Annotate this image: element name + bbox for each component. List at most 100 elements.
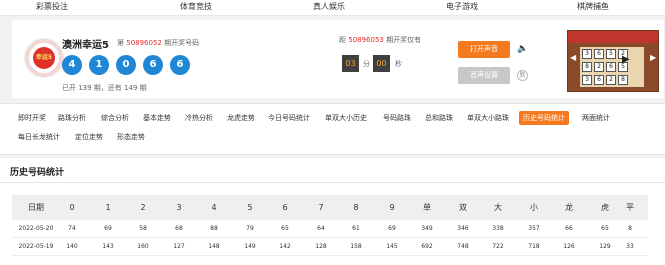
issue-number: 50896052 [126, 39, 162, 47]
issue-prefix: 第 [117, 39, 124, 47]
table-row: 2022-05-19 140 143 160 127 148 149 142 1… [12, 238, 648, 256]
table-cell: 692 [421, 243, 433, 250]
header-cell: 龙 [565, 203, 573, 212]
game-banner [568, 31, 658, 43]
open-sound-button[interactable]: 打开声音 [458, 41, 510, 58]
speaker-icon[interactable]: 🔈 [517, 44, 528, 54]
nav-chess-fishing[interactable]: 棋牌捕鱼 [577, 1, 609, 12]
table-row: 2022-05-20 74 69 58 68 88 79 65 64 61 69… [12, 220, 648, 238]
header-cell: 2 [140, 203, 146, 212]
tab-position-trend[interactable]: 定位走势 [75, 130, 103, 144]
tab-road-analysis[interactable]: 路珠分析 [58, 111, 86, 125]
table-cell: 69 [388, 225, 396, 232]
header-cell: 8 [353, 203, 359, 212]
next-suffix: 期开奖仅有 [386, 36, 422, 44]
game-cell: 6 [594, 75, 604, 85]
nav-e-games[interactable]: 电子游戏 [446, 1, 478, 12]
tab-odd-even-history[interactable]: 单双大小历史 [325, 111, 367, 125]
prev-arrow-icon[interactable]: ◀ [570, 53, 576, 62]
table-cell: 69 [104, 225, 112, 232]
tab-odd-even-road[interactable]: 单双大小路珠 [467, 111, 509, 125]
next-issue-number: 50896053 [348, 36, 384, 44]
nav-live-casino[interactable]: 真人娱乐 [313, 1, 345, 12]
mute-toggle[interactable]: 默 [517, 70, 528, 81]
history-stats-section: 历史号码统计 日期 0 1 2 3 4 5 6 7 8 9 单 双 大 小 龙 … [0, 158, 665, 265]
table-cell: 145 [386, 243, 398, 250]
table-cell: 148 [208, 243, 220, 250]
header-cell: 小 [530, 203, 538, 212]
analysis-tabs: 即时开奖 路珠分析 综合分析 基本走势 冷热分析 龙虎走势 今日号码统计 单双大… [0, 103, 665, 155]
minute-unit: 分 [363, 60, 370, 68]
header-cell: 平 [626, 203, 634, 212]
header-cell: 4 [211, 203, 217, 212]
game-cell: 6 [606, 62, 616, 72]
nav-sports[interactable]: 体育竞技 [180, 1, 212, 12]
table-cell: 74 [68, 225, 76, 232]
table-cell: 149 [244, 243, 256, 250]
result-ball: 6 [170, 55, 190, 75]
tab-dragon-tiger[interactable]: 龙虎走势 [227, 111, 255, 125]
table-cell: 2022-05-19 [18, 243, 54, 250]
header-cell: 5 [247, 203, 253, 212]
table-cell: 65 [281, 225, 289, 232]
header-cell: 3 [176, 203, 182, 212]
table-cell: 58 [139, 225, 147, 232]
table-cell: 748 [457, 243, 469, 250]
header-cell: 双 [459, 203, 467, 212]
header-cell: 日期 [28, 203, 44, 212]
second-unit: 秒 [395, 60, 402, 68]
table-cell: 127 [173, 243, 185, 250]
tab-shape-trend[interactable]: 形态走势 [117, 130, 145, 144]
game-cell: 2 [594, 62, 604, 72]
table-cell: 61 [352, 225, 360, 232]
header-cell: 1 [105, 203, 111, 212]
table-cell: 128 [315, 243, 327, 250]
next-arrow-icon[interactable]: ▶ [650, 53, 656, 62]
table-cell: 66 [565, 225, 573, 232]
table-cell: 160 [137, 243, 149, 250]
table-cell: 722 [492, 243, 504, 250]
tab-comprehensive[interactable]: 综合分析 [101, 111, 129, 125]
tab-realtime[interactable]: 即时开奖 [18, 111, 46, 125]
table-cell: 68 [175, 225, 183, 232]
result-ball: 6 [143, 55, 163, 75]
nav-lottery[interactable]: 彩票投注 [36, 1, 68, 12]
table-cell: 346 [457, 225, 469, 232]
sound-settings-button[interactable]: 音声设置 [458, 67, 510, 84]
header-cell: 单 [423, 203, 431, 212]
game-thumbnail[interactable]: 3 6 5 2 8 2 6 5 3 6 2 8 ▶ ◀ ▶ [567, 30, 659, 92]
top-nav: 彩票投注 体育竞技 真人娱乐 电子游戏 棋牌捕鱼 [0, 0, 665, 16]
tab-basic-trend[interactable]: 基本走势 [143, 111, 171, 125]
tab-daily-dragon[interactable]: 每日长龙统计 [18, 130, 60, 144]
tab-today-stats[interactable]: 今日号码统计 [268, 111, 310, 125]
table-cell: 338 [492, 225, 504, 232]
play-icon[interactable]: ▶ [622, 54, 630, 65]
table-cell: 718 [528, 243, 540, 250]
tab-hot-cold[interactable]: 冷热分析 [185, 111, 213, 125]
game-cell: 3 [582, 75, 592, 85]
tab-number-road[interactable]: 号码路珠 [383, 111, 411, 125]
table-cell: 142 [279, 243, 291, 250]
game-cell: 8 [618, 75, 628, 85]
countdown-minutes: 03 [342, 55, 359, 72]
header-cell: 0 [69, 203, 75, 212]
table-cell: 79 [246, 225, 254, 232]
table-cell: 140 [66, 243, 78, 250]
lottery-logo: 幸运5 [25, 39, 63, 77]
draw-card: 幸运5 澳洲幸运5 第 50896052 期开奖号码 4 1 0 6 6 已开 … [12, 20, 664, 98]
next-prefix: 距 [339, 36, 346, 44]
game-cell: 3 [582, 49, 592, 59]
tab-history-stats[interactable]: 历史号码统计 [519, 111, 569, 125]
countdown-seconds: 00 [373, 55, 390, 72]
issue-suffix: 期开奖号码 [164, 39, 200, 47]
table-cell: 126 [563, 243, 575, 250]
logo-text: 幸运5 [33, 47, 55, 69]
divider [0, 182, 665, 183]
header-cell: 大 [494, 203, 502, 212]
tab-two-sides[interactable]: 两面统计 [582, 111, 610, 125]
tab-sum-road[interactable]: 总和路珠 [425, 111, 453, 125]
table-cell: 88 [210, 225, 218, 232]
table-cell: 8 [628, 225, 632, 232]
header-cell: 9 [389, 203, 395, 212]
result-ball: 4 [62, 55, 82, 75]
